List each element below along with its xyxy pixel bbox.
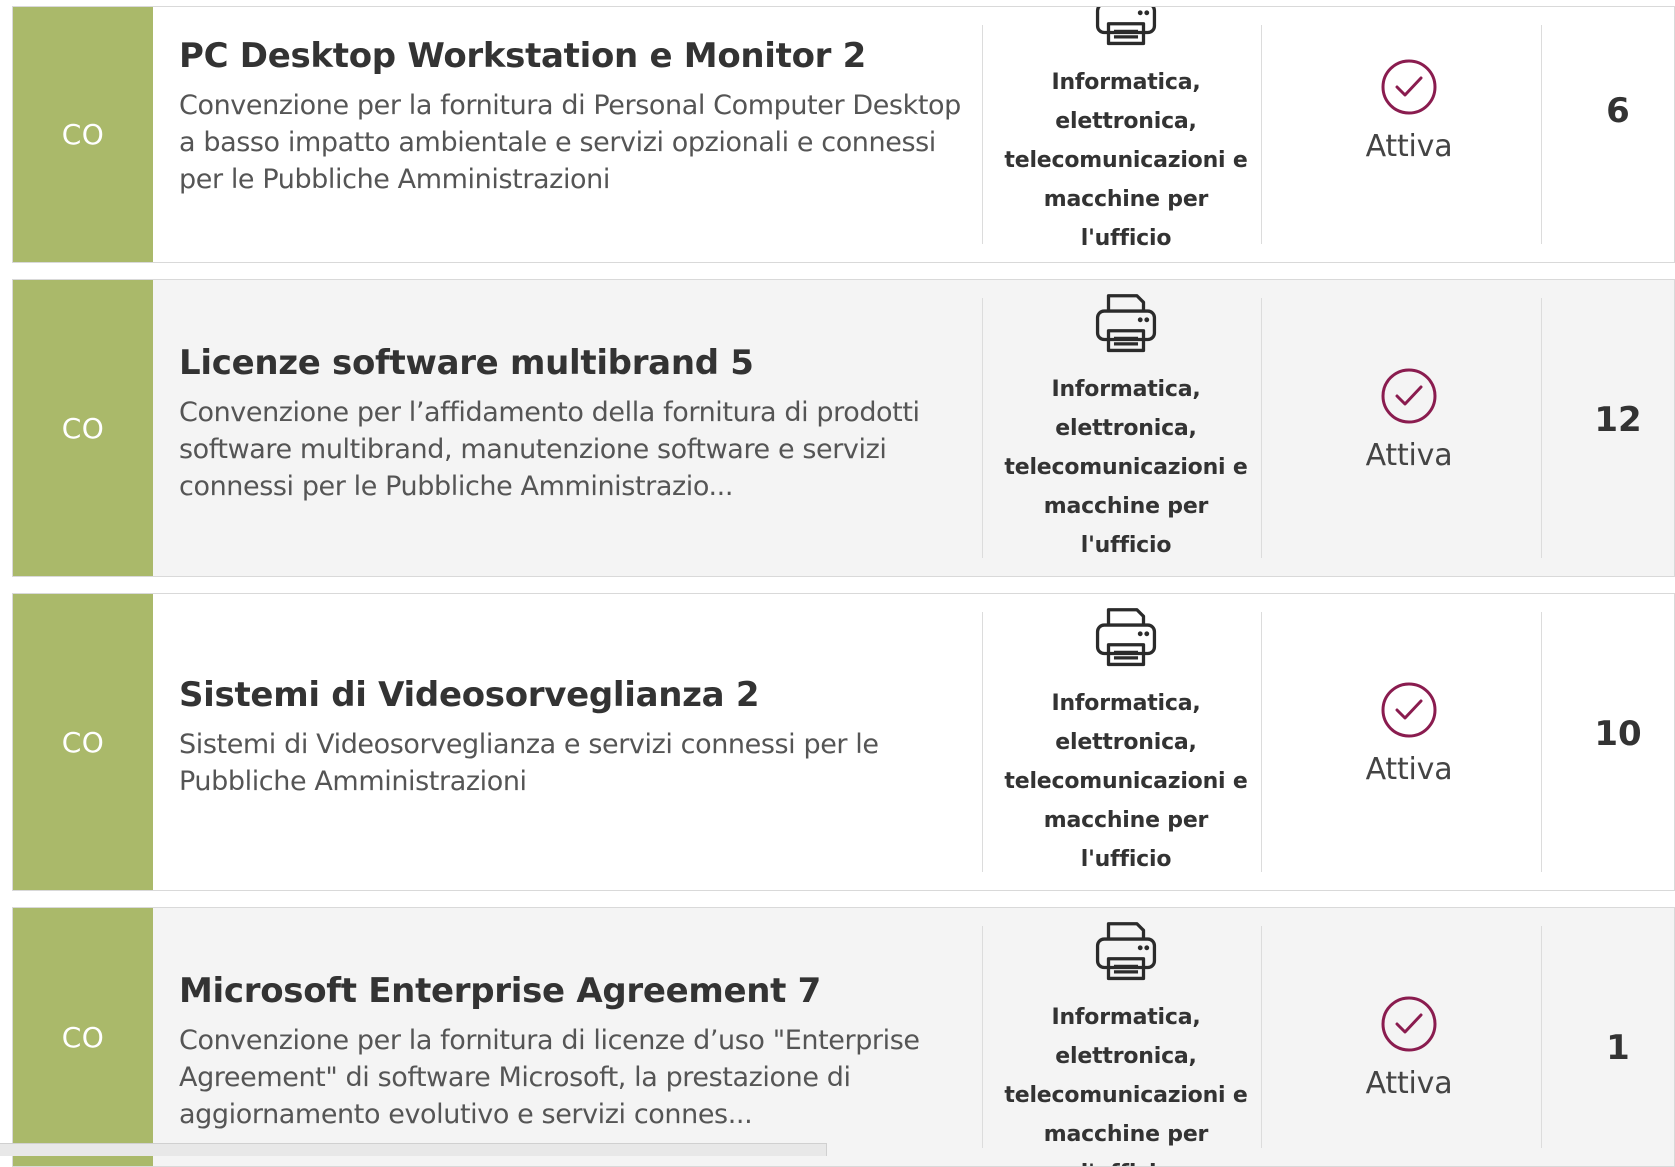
item-description: Sistemi di Videosorveglianza e servizi c…: [179, 729, 879, 797]
item-count: 12: [1594, 400, 1642, 440]
item-info: Licenze software multibrand 5 Convenzion…: [179, 342, 969, 505]
item-description: Convenzione per l’affidamento della forn…: [179, 397, 920, 502]
printer-icon: [1095, 7, 1157, 46]
category-cell: Informatica, elettronica, telecomunicazi…: [1003, 600, 1249, 879]
column-divider: [1541, 25, 1542, 244]
convenzioni-list: CO PC Desktop Workstation e Monitor 2 Co…: [12, 0, 1675, 1167]
category-label: Informatica, elettronica, telecomunicazi…: [1004, 1005, 1248, 1166]
item-info: Sistemi di Videosorveglianza 2 Sistemi d…: [179, 674, 969, 800]
type-badge-label: CO: [61, 118, 105, 151]
column-divider: [982, 612, 983, 872]
item-title[interactable]: Microsoft Enterprise Agreement 7: [179, 970, 969, 1012]
item-description: Convenzione per la fornitura di licenze …: [179, 1025, 920, 1130]
type-badge: CO: [13, 908, 153, 1166]
item-count: 10: [1594, 714, 1642, 754]
column-divider: [1541, 612, 1542, 872]
column-divider: [1541, 926, 1542, 1148]
type-badge-label: CO: [61, 411, 105, 445]
status-cell: Attiva: [1274, 680, 1544, 787]
item-description: Convenzione per la fornitura di Personal…: [179, 90, 961, 195]
category-label: Informatica, elettronica, telecomunicazi…: [1004, 377, 1248, 558]
status-label: Attiva: [1365, 438, 1453, 473]
category-cell: Informatica, elettronica, telecomunicazi…: [1003, 7, 1249, 258]
check-circle-icon: [1381, 368, 1437, 424]
item-info: Microsoft Enterprise Agreement 7 Convenz…: [179, 970, 969, 1133]
column-divider: [1541, 298, 1542, 558]
printer-icon: [1095, 922, 1157, 981]
printer-icon: [1095, 608, 1157, 667]
item-count: 6: [1606, 91, 1630, 131]
list-item[interactable]: CO Licenze software multibrand 5 Convenz…: [12, 279, 1675, 577]
list-item[interactable]: CO PC Desktop Workstation e Monitor 2 Co…: [12, 6, 1675, 263]
status-label: Attiva: [1365, 1066, 1453, 1101]
column-divider: [1261, 25, 1262, 244]
printer-icon: [1095, 294, 1157, 353]
item-count: 1: [1606, 1028, 1630, 1068]
item-info: PC Desktop Workstation e Monitor 2 Conve…: [179, 35, 969, 198]
item-title[interactable]: Licenze software multibrand 5: [179, 342, 969, 384]
check-circle-icon: [1381, 59, 1437, 115]
column-divider: [982, 25, 983, 244]
list-item[interactable]: CO Sistemi di Videosorveglianza 2 Sistem…: [12, 593, 1675, 891]
type-badge-label: CO: [61, 1020, 105, 1054]
type-badge: CO: [13, 7, 153, 262]
column-divider: [982, 298, 983, 558]
status-label: Attiva: [1365, 129, 1453, 164]
status-cell: Attiva: [1274, 57, 1544, 164]
type-badge: CO: [13, 280, 153, 576]
column-divider: [1261, 612, 1262, 872]
horizontal-scrollbar[interactable]: [0, 1143, 827, 1156]
item-title[interactable]: PC Desktop Workstation e Monitor 2: [179, 35, 969, 77]
check-circle-icon: [1381, 682, 1437, 738]
category-cell: Informatica, elettronica, telecomunicazi…: [1003, 914, 1249, 1166]
list-item[interactable]: CO Microsoft Enterprise Agreement 7 Conv…: [12, 907, 1675, 1167]
item-title[interactable]: Sistemi di Videosorveglianza 2: [179, 674, 969, 716]
type-badge: CO: [13, 594, 153, 890]
category-cell: Informatica, elettronica, telecomunicazi…: [1003, 286, 1249, 565]
category-label: Informatica, elettronica, telecomunicazi…: [1004, 691, 1248, 872]
type-badge-label: CO: [61, 725, 105, 759]
category-label: Informatica, elettronica, telecomunicazi…: [1004, 70, 1248, 251]
status-cell: Attiva: [1274, 994, 1544, 1101]
column-divider: [1261, 926, 1262, 1148]
check-circle-icon: [1381, 996, 1437, 1052]
status-cell: Attiva: [1274, 366, 1544, 473]
column-divider: [1261, 298, 1262, 558]
status-label: Attiva: [1365, 752, 1453, 787]
column-divider: [982, 926, 983, 1148]
